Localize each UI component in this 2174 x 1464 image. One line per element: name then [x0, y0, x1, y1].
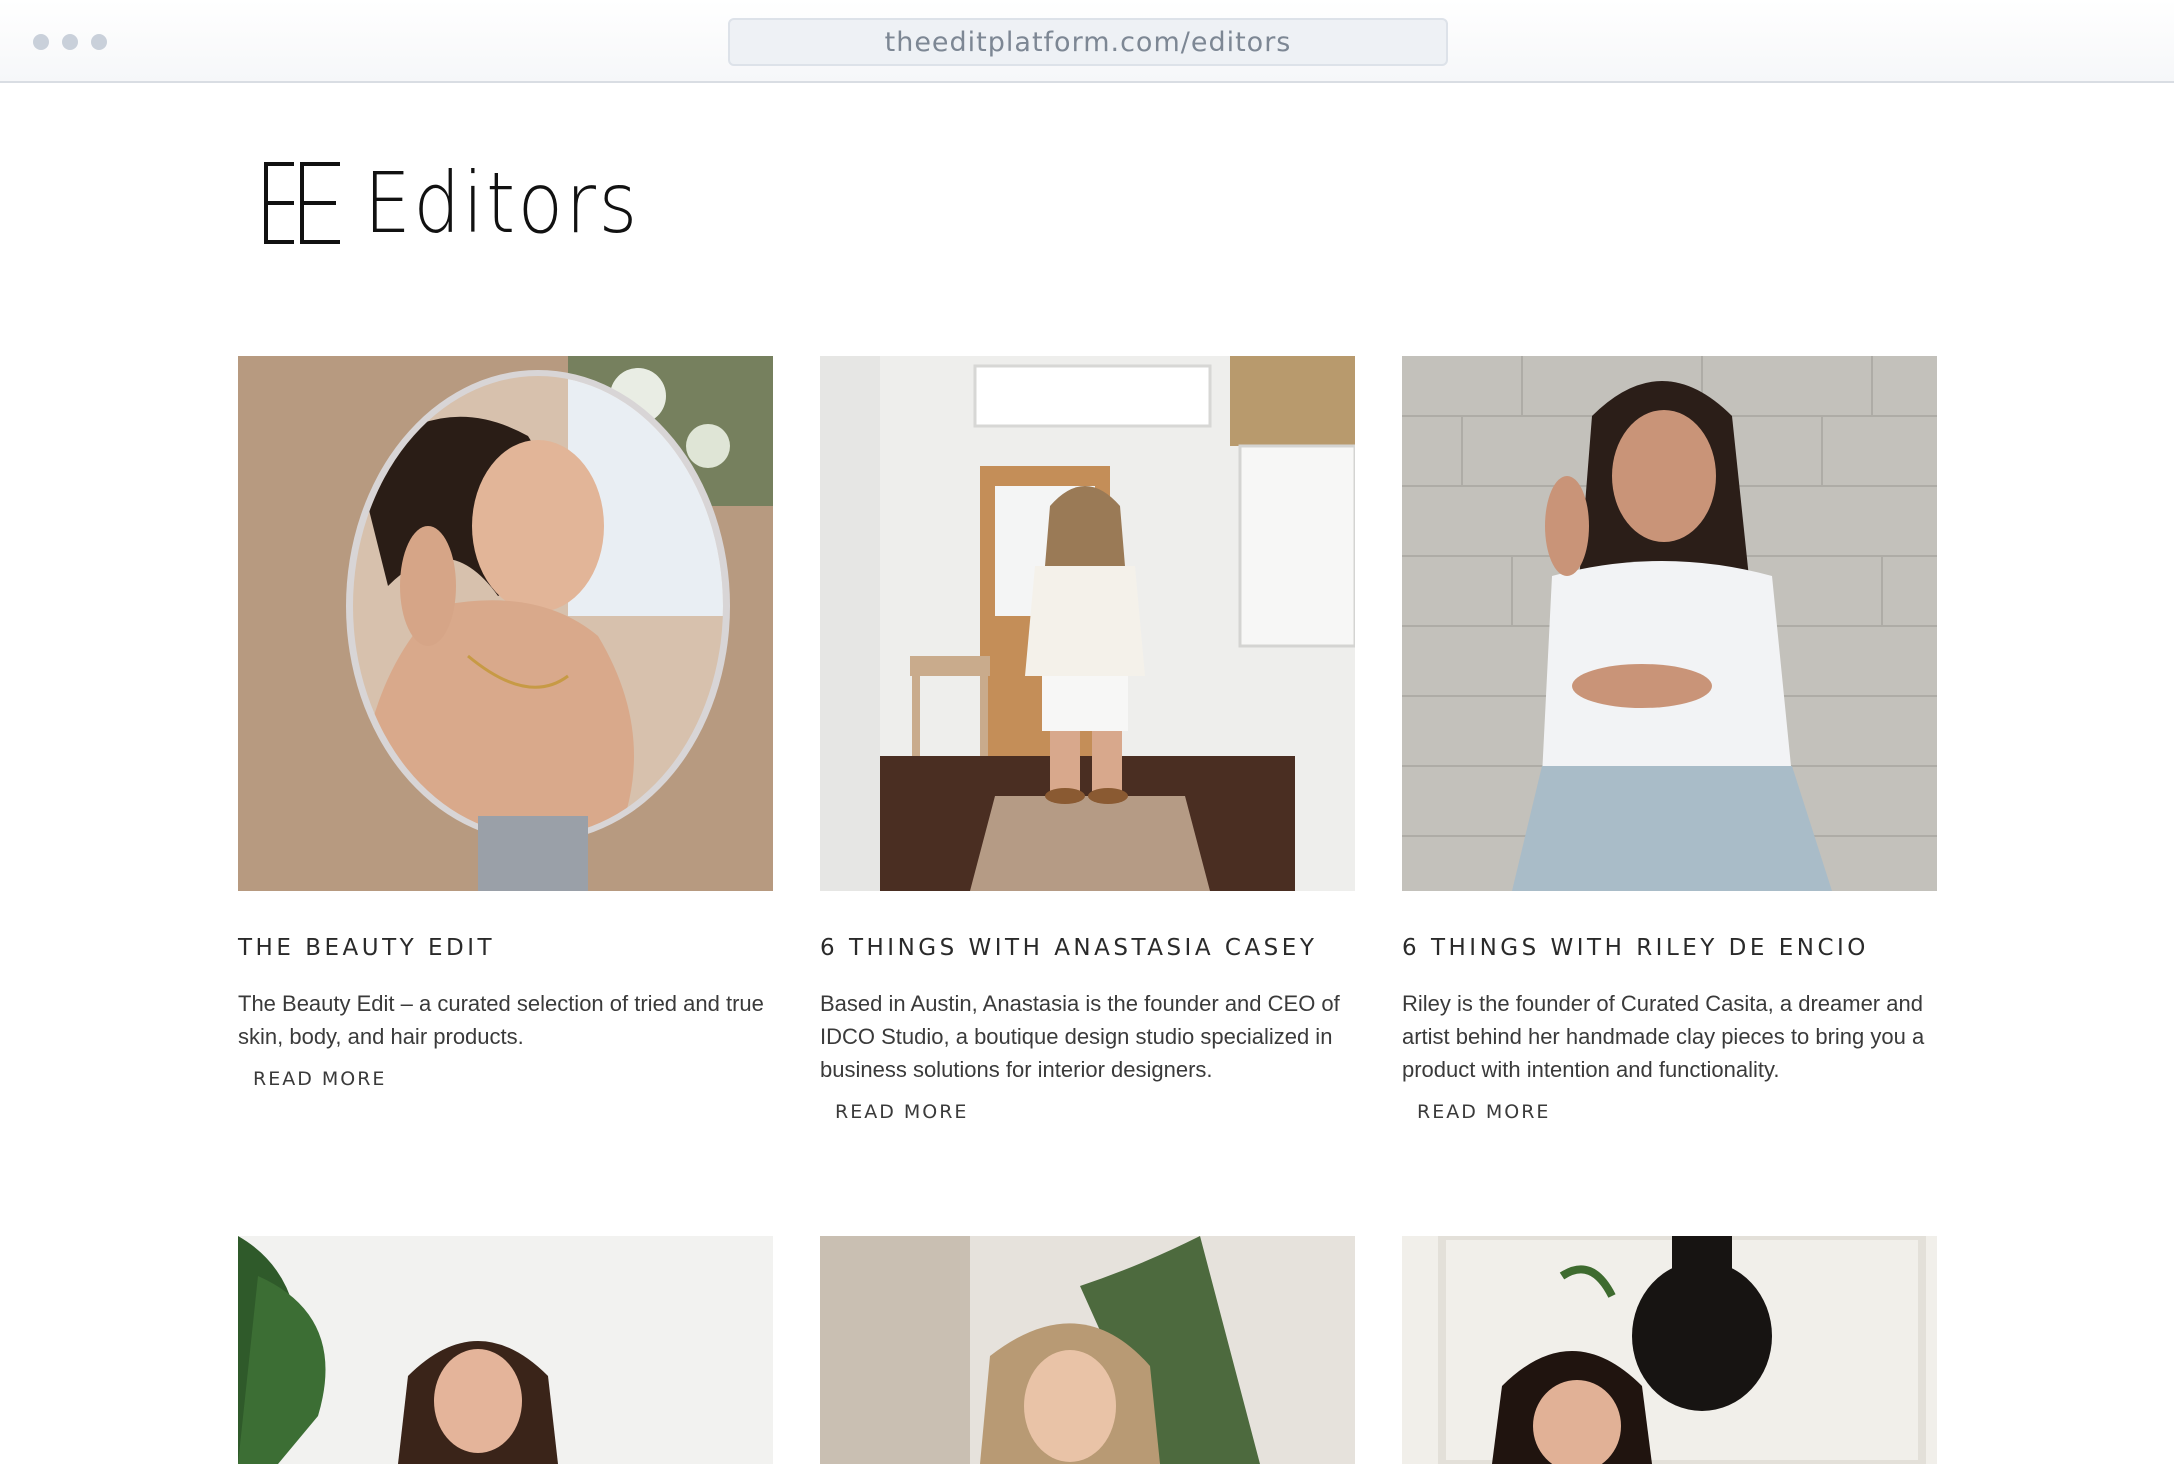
card-description: Riley is the founder of Curated Casita, …: [1402, 991, 1925, 1082]
window-dot-icon[interactable]: [33, 34, 49, 50]
card-description: Based in Austin, Anastasia is the founde…: [820, 991, 1340, 1082]
read-more-link[interactable]: READ MORE: [1417, 1101, 1550, 1123]
window-dot-icon[interactable]: [62, 34, 78, 50]
browser-chrome: theeditplatform.com/editors: [0, 0, 2174, 83]
editor-card: 6 THINGS WITH ANASTASIA CASEY Based in A…: [820, 356, 1355, 1123]
card-photo[interactable]: [820, 356, 1355, 891]
card-title[interactable]: THE BEAUTY EDIT: [238, 935, 773, 961]
card-title[interactable]: 6 THINGS WITH ANASTASIA CASEY: [820, 935, 1355, 961]
editor-card: 6 THINGS WITH RILEY DE ENCIO Riley is th…: [1402, 356, 1937, 1123]
read-more-link[interactable]: READ MORE: [253, 1068, 386, 1090]
editor-card: THE BEAUTY EDIT The Beauty Edit – a cura…: [238, 356, 773, 1090]
card-title[interactable]: 6 THINGS WITH RILEY DE ENCIO: [1402, 935, 1937, 961]
card-photo[interactable]: [1402, 1236, 1937, 1464]
edit-logo-icon[interactable]: [264, 160, 342, 246]
card-photo[interactable]: [238, 356, 773, 891]
page-title: Editors: [364, 154, 640, 252]
card-photo[interactable]: [1402, 356, 1937, 891]
read-more-link[interactable]: READ MORE: [835, 1101, 968, 1123]
card-photo[interactable]: [238, 1236, 773, 1464]
window-dot-icon[interactable]: [91, 34, 107, 50]
page-header: Editors: [264, 160, 677, 246]
card-description: The Beauty Edit – a curated selection of…: [238, 991, 764, 1049]
window-controls: [33, 34, 107, 50]
card-photo[interactable]: [820, 1236, 1355, 1464]
address-bar[interactable]: theeditplatform.com/editors: [728, 18, 1448, 66]
